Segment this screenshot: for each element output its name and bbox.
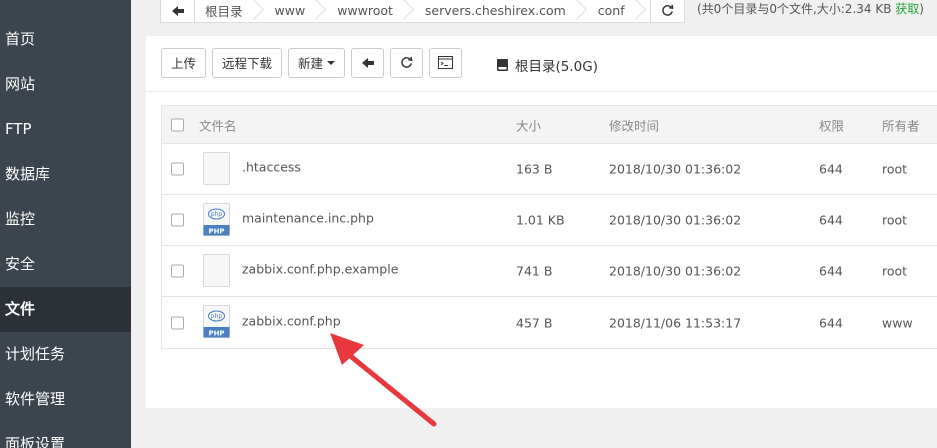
file-perm[interactable]: 644 (819, 162, 843, 177)
arrow-left-icon (361, 57, 374, 68)
get-size-link[interactable]: 获取 (895, 2, 919, 16)
file-size: 163 B (516, 161, 553, 177)
terminal-icon (438, 56, 454, 69)
file-size: 741 B (516, 263, 553, 279)
php-file-icon: php PHP (203, 305, 230, 338)
annotation-arrow-icon (330, 333, 437, 427)
generic-file-icon (203, 152, 230, 185)
sidebar-item-files[interactable]: 文件 (0, 287, 131, 332)
sidebar-item-settings[interactable]: 面板设置 (0, 422, 131, 448)
file-name[interactable]: .htaccess (242, 160, 301, 175)
arrow-left-icon (171, 5, 184, 16)
remote-download-button[interactable]: 远程下载 (212, 47, 283, 78)
file-manager-panel: 上传 远程下载 新建 根目录(5.0G) 文件名 大小 修改时间 权限 所有者 (146, 36, 937, 408)
breadcrumb-www[interactable]: www (265, 0, 328, 22)
row-checkbox[interactable] (171, 162, 184, 176)
disk-indicator[interactable]: 根目录(5.0G) (496, 55, 598, 75)
file-size: 1.01 KB (516, 212, 565, 228)
back-button[interactable] (161, 0, 195, 22)
svg-text:PHP: PHP (208, 228, 224, 236)
breadcrumb: 根目录 www wwwroot servers.cheshirex.com co… (160, 0, 685, 23)
divider (146, 91, 937, 92)
file-mtime: 2018/11/06 11:53:17 (609, 315, 742, 330)
table-row[interactable]: php PHP zabbix.conf.php 457 B 2018/11/06 … (162, 297, 937, 348)
header-owner[interactable]: 所有者 (882, 115, 920, 134)
terminal-button[interactable] (429, 47, 463, 78)
file-mtime: 2018/10/30 01:36:02 (609, 161, 742, 177)
go-back-button[interactable] (351, 47, 385, 78)
table-row[interactable]: php PHP maintenance.inc.php 1.01 KB 2018/… (162, 195, 937, 246)
table-row[interactable]: zabbix.conf.php.example 741 B 2018/10/30… (162, 246, 937, 297)
file-mtime: 2018/10/30 01:36:02 (609, 263, 742, 279)
sidebar-item-software[interactable]: 软件管理 (0, 377, 131, 422)
row-checkbox[interactable] (171, 213, 184, 227)
file-owner[interactable]: root (882, 162, 907, 177)
new-button-label: 新建 (298, 56, 324, 71)
sidebar-item-database[interactable]: 数据库 (0, 152, 131, 197)
row-checkbox[interactable] (171, 264, 184, 278)
file-size: 457 B (516, 315, 553, 330)
breadcrumb-refresh-button[interactable] (650, 0, 684, 22)
row-checkbox[interactable] (171, 316, 184, 329)
file-perm[interactable]: 644 (819, 315, 843, 330)
svg-text:php: php (211, 211, 223, 218)
header-name[interactable]: 文件名 (199, 115, 237, 134)
file-owner[interactable]: www (882, 315, 913, 330)
generic-file-icon (203, 254, 230, 287)
file-owner[interactable]: root (882, 264, 907, 279)
breadcrumb-site[interactable]: servers.cheshirex.com (415, 0, 588, 22)
sidebar: 首页 网站 FTP 数据库 监控 安全 文件 计划任务 软件管理 面板设置 (0, 0, 131, 448)
sidebar-item-home[interactable]: 首页 (0, 17, 131, 62)
header-mtime[interactable]: 修改时间 (609, 115, 659, 134)
file-name[interactable]: maintenance.inc.php (242, 211, 374, 226)
select-all-checkbox[interactable] (171, 118, 184, 131)
toolbar: 上传 远程下载 新建 (161, 47, 468, 78)
svg-text:PHP: PHP (208, 330, 224, 338)
header-perm[interactable]: 权限 (819, 115, 844, 134)
file-mtime: 2018/10/30 01:36:02 (609, 212, 742, 228)
svg-text:php: php (211, 313, 223, 320)
sidebar-item-websites[interactable]: 网站 (0, 62, 131, 107)
directory-summary: (共0个目录与0个文件,大小:2.34 KB 获取) (697, 0, 924, 17)
sidebar-item-monitor[interactable]: 监控 (0, 197, 131, 242)
header-size[interactable]: 大小 (516, 115, 541, 134)
caret-down-icon (327, 60, 336, 65)
sidebar-item-ftp[interactable]: FTP (0, 107, 131, 152)
disk-icon (497, 59, 508, 71)
sidebar-item-cron[interactable]: 计划任务 (0, 332, 131, 377)
breadcrumb-wwwroot[interactable]: wwwroot (327, 0, 415, 22)
directory-summary-close: ) (919, 2, 924, 16)
file-table: 文件名 大小 修改时间 权限 所有者 .htaccess 163 B 2018/… (161, 105, 937, 349)
file-perm[interactable]: 644 (819, 213, 843, 228)
refresh-button[interactable] (390, 47, 424, 78)
table-row[interactable]: .htaccess 163 B 2018/10/30 01:36:02 644 … (162, 144, 937, 195)
file-name[interactable]: zabbix.conf.php.example (242, 262, 398, 277)
php-file-icon: php PHP (203, 203, 230, 236)
directory-summary-text: (共0个目录与0个文件,大小:2.34 KB (697, 2, 892, 16)
breadcrumb-root[interactable]: 根目录 (195, 0, 265, 22)
refresh-icon (401, 56, 413, 68)
breadcrumb-conf[interactable]: conf (588, 0, 647, 22)
refresh-icon (662, 4, 674, 16)
file-owner[interactable]: root (882, 213, 907, 228)
file-perm[interactable]: 644 (819, 264, 843, 279)
upload-button[interactable]: 上传 (161, 47, 207, 78)
disk-label: 根目录(5.0G) (515, 59, 598, 75)
new-dropdown-button[interactable]: 新建 (288, 47, 346, 78)
table-header: 文件名 大小 修改时间 权限 所有者 (162, 106, 937, 144)
sidebar-item-security[interactable]: 安全 (0, 242, 131, 287)
